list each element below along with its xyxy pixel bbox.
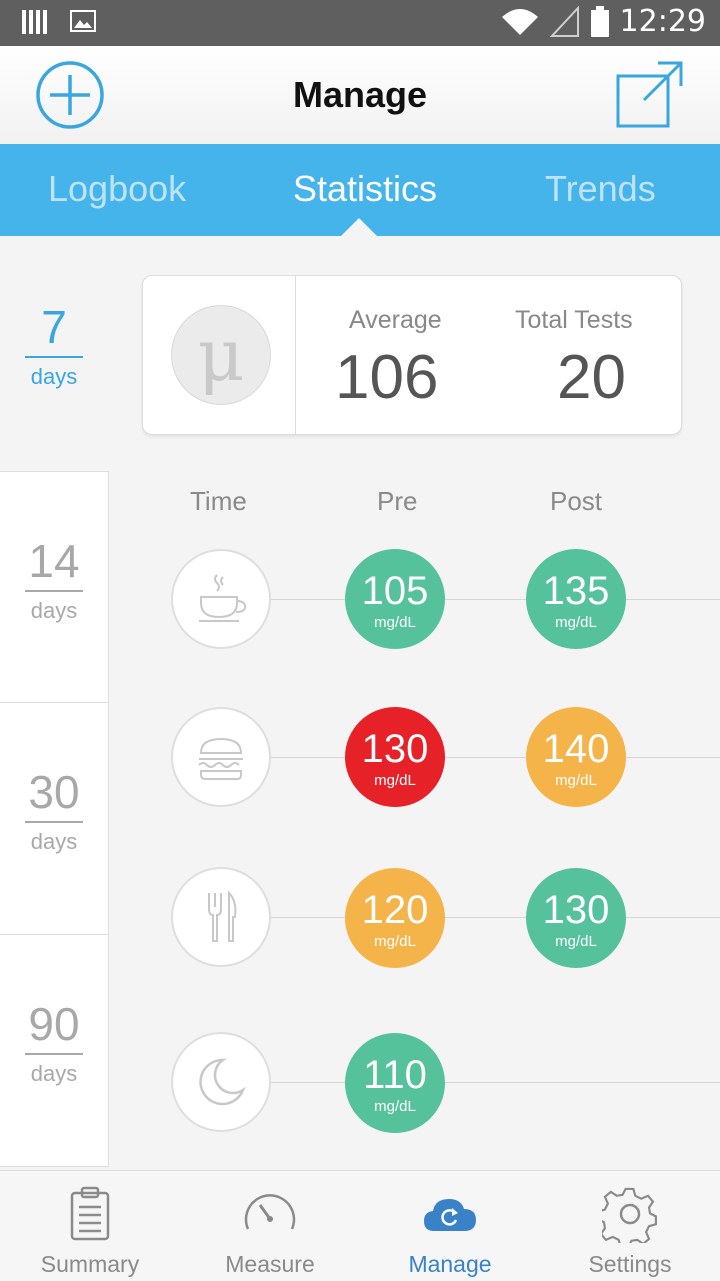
status-bar: 12:29	[0, 0, 720, 46]
tab-trends[interactable]: Trends	[545, 168, 656, 210]
period-30-days[interactable]: 30 days	[0, 702, 109, 935]
reading-value: 140	[542, 727, 610, 771]
reading-value: 120	[361, 888, 429, 932]
active-tab-pointer	[341, 218, 377, 236]
gear-icon	[602, 1187, 657, 1243]
reading-unit: mg/dL	[374, 772, 416, 789]
external-link-icon	[616, 61, 683, 128]
row-line	[220, 599, 720, 600]
bottom-nav: Summary Measure Manage Settings	[0, 1170, 720, 1281]
reading-value: 105	[361, 569, 429, 613]
reading-value: 130	[361, 727, 429, 771]
period-number: 90	[28, 998, 80, 1050]
tab-logbook[interactable]: Logbook	[48, 168, 186, 210]
period-unit: days	[30, 598, 78, 623]
card-divider	[295, 276, 296, 434]
export-button[interactable]	[614, 58, 686, 130]
signal-icon	[549, 5, 579, 37]
reading-lunch-pre[interactable]: 130 mg/dL	[345, 707, 445, 807]
reading-unit: mg/dL	[555, 933, 597, 950]
reading-unit: mg/dL	[555, 614, 597, 631]
period-unit: days	[30, 1061, 78, 1086]
period-number: 7	[41, 301, 67, 353]
reading-value: 130	[542, 888, 610, 932]
period-7-days[interactable]: 7 days	[0, 304, 108, 390]
wifi-icon	[501, 8, 538, 35]
meal-icon-lunch	[171, 707, 271, 807]
reading-bedtime-pre[interactable]: 110 mg/dL	[345, 1033, 445, 1133]
fork-knife-icon	[208, 890, 237, 942]
period-divider	[25, 821, 83, 823]
cloud-sync-icon	[424, 1199, 476, 1231]
column-header-time: Time	[190, 486, 247, 516]
battery-icon	[590, 5, 609, 37]
barcode-icon	[22, 10, 47, 34]
period-divider	[25, 1053, 83, 1055]
period-number: 30	[28, 766, 80, 818]
page-title: Manage	[292, 74, 428, 115]
reading-unit: mg/dL	[374, 933, 416, 950]
row-line	[220, 917, 720, 918]
average-value: 106	[335, 343, 439, 412]
nav-measure[interactable]: Measure	[180, 1171, 360, 1281]
average-label: Average	[349, 306, 442, 334]
image-icon	[70, 10, 96, 32]
row-line	[220, 757, 720, 758]
nav-label: Manage	[408, 1251, 492, 1277]
burger-icon	[198, 737, 243, 780]
nav-settings[interactable]: Settings	[540, 1171, 720, 1281]
period-unit: days	[30, 829, 78, 854]
nav-manage[interactable]: Manage	[360, 1171, 540, 1281]
nav-label: Summary	[40, 1251, 140, 1277]
reading-unit: mg/dL	[555, 772, 597, 789]
clipboard-icon	[70, 1186, 110, 1241]
reading-unit: mg/dL	[374, 614, 416, 631]
status-time: 12:29	[619, 4, 706, 39]
nav-label: Measure	[225, 1251, 315, 1277]
tab-statistics[interactable]: Statistics	[293, 168, 437, 210]
reading-value: 135	[542, 569, 610, 613]
reading-breakfast-post[interactable]: 135 mg/dL	[526, 549, 626, 649]
coffee-cup-icon	[199, 574, 247, 622]
moon-icon	[199, 1058, 246, 1106]
period-divider	[25, 356, 83, 358]
total-tests-value: 20	[557, 343, 626, 412]
summary-card: μ Average 106 Total Tests 20	[142, 275, 682, 435]
reading-lunch-post[interactable]: 140 mg/dL	[526, 707, 626, 807]
row-line	[220, 1082, 720, 1083]
gauge-icon	[244, 1194, 296, 1230]
meal-icon-breakfast	[171, 549, 271, 649]
reading-breakfast-pre[interactable]: 105 mg/dL	[345, 549, 445, 649]
period-unit: days	[30, 364, 78, 389]
reading-value: 110	[363, 1053, 427, 1097]
nav-label: Settings	[588, 1251, 672, 1277]
reading-dinner-pre[interactable]: 120 mg/dL	[345, 868, 445, 968]
meal-icon-bedtime	[171, 1032, 271, 1132]
meal-icon-dinner	[171, 867, 271, 967]
column-header-post: Post	[550, 486, 603, 516]
period-90-days[interactable]: 90 days	[0, 934, 109, 1167]
mean-icon: μ	[171, 305, 271, 405]
reading-dinner-post[interactable]: 130 mg/dL	[526, 868, 626, 968]
total-tests-label: Total Tests	[515, 306, 633, 334]
top-bar: Manage	[0, 46, 720, 145]
column-header-pre: Pre	[377, 486, 418, 516]
period-divider	[25, 590, 83, 592]
period-number: 14	[28, 535, 80, 587]
period-14-days[interactable]: 14 days	[0, 471, 109, 703]
nav-summary[interactable]: Summary	[0, 1171, 180, 1281]
reading-unit: mg/dL	[374, 1098, 416, 1115]
